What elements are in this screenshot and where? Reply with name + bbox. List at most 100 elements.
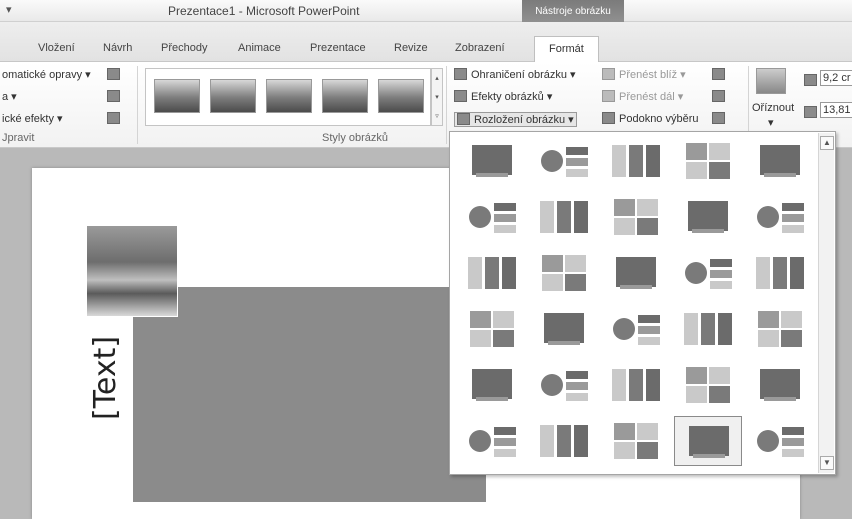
layout-option-14[interactable] — [674, 248, 742, 298]
layout-option-22[interactable] — [530, 360, 598, 410]
align-icon[interactable] — [712, 68, 725, 80]
layout-glyph-icon — [540, 201, 588, 233]
layout-option-25[interactable] — [746, 360, 814, 410]
picture-thumbnail[interactable] — [86, 225, 178, 317]
crop-dropdown-caret[interactable]: ▾ — [768, 116, 774, 129]
layout-glyph-icon — [686, 367, 730, 403]
group-icon[interactable] — [712, 90, 725, 102]
layout-option-28[interactable] — [602, 416, 670, 466]
tab-zobrazeni[interactable]: Zobrazení — [455, 42, 505, 54]
tab-vlozeni[interactable]: Vložení — [38, 42, 75, 54]
layout-option-8[interactable] — [602, 192, 670, 242]
layout-glyph-icon — [760, 369, 800, 401]
layout-option-19[interactable] — [674, 304, 742, 354]
layout-glyph-icon — [541, 371, 588, 401]
style-thumb[interactable] — [322, 79, 368, 113]
layout-option-3[interactable] — [602, 136, 670, 186]
layout-option-6[interactable] — [458, 192, 526, 242]
style-thumb[interactable] — [378, 79, 424, 113]
picture-layout-button[interactable]: Rozložení obrázku ▾ — [454, 112, 577, 127]
gallery-scroll-buttons[interactable]: ▴ ▾ ▿ — [431, 68, 443, 126]
layout-option-30[interactable] — [746, 416, 814, 466]
tab-format[interactable]: Formát — [534, 36, 599, 62]
layout-glyph-icon — [688, 201, 728, 233]
layout-option-10[interactable] — [746, 192, 814, 242]
width-input[interactable]: 13,81 — [820, 102, 852, 118]
reset-picture-icon[interactable] — [107, 112, 120, 124]
layout-option-24[interactable] — [674, 360, 742, 410]
style-thumb[interactable] — [210, 79, 256, 113]
layout-glyph-icon — [540, 425, 588, 457]
layout-glyph-icon — [686, 143, 730, 179]
crop-button[interactable]: Oříznout — [752, 102, 794, 114]
layout-option-5[interactable] — [746, 136, 814, 186]
layout-glyph-icon — [684, 313, 732, 345]
layout-option-21[interactable] — [458, 360, 526, 410]
layout-icon — [457, 113, 470, 125]
layout-glyph-icon — [468, 257, 516, 289]
layout-glyph-icon — [614, 199, 658, 235]
layout-option-17[interactable] — [530, 304, 598, 354]
change-picture-icon[interactable] — [107, 90, 120, 102]
rotate-icon[interactable] — [712, 112, 725, 124]
layout-glyph-icon — [760, 145, 800, 177]
layout-option-13[interactable] — [602, 248, 670, 298]
layout-option-7[interactable] — [530, 192, 598, 242]
style-thumb[interactable] — [266, 79, 312, 113]
quick-access-dropdown[interactable]: ▾ — [6, 3, 12, 16]
tab-animace[interactable]: Animace — [238, 42, 281, 54]
style-thumb[interactable] — [154, 79, 200, 113]
bring-forward-icon — [602, 68, 615, 80]
group-divider — [446, 66, 447, 144]
send-backward-button[interactable]: Přenést dál ▾ — [602, 90, 683, 103]
layout-option-1[interactable] — [458, 136, 526, 186]
layout-option-18[interactable] — [602, 304, 670, 354]
layout-option-20[interactable] — [746, 304, 814, 354]
layout-option-26[interactable] — [458, 416, 526, 466]
selection-pane-button[interactable]: Podokno výběru — [602, 112, 699, 125]
bring-forward-button[interactable]: Přenést blíž ▾ — [602, 68, 686, 81]
layout-glyph-icon — [612, 145, 660, 177]
layout-glyph-icon — [472, 369, 512, 401]
layout-option-2[interactable] — [530, 136, 598, 186]
layout-option-23[interactable] — [602, 360, 670, 410]
layout-option-9[interactable] — [674, 192, 742, 242]
width-icon — [804, 106, 817, 118]
layout-option-12[interactable] — [530, 248, 598, 298]
gallery-scrollbar[interactable]: ▲ ▼ — [818, 133, 834, 473]
layout-option-27[interactable] — [530, 416, 598, 466]
layout-option-15[interactable] — [746, 248, 814, 298]
layout-glyph-icon — [612, 369, 660, 401]
layout-glyph-icon — [613, 315, 660, 345]
height-input[interactable]: 9,2 cr — [820, 70, 852, 86]
layout-glyph-icon — [472, 145, 512, 177]
selection-pane-icon — [602, 112, 615, 124]
text-placeholder[interactable]: [Text] — [88, 336, 123, 420]
picture-border-button[interactable]: Ohraničení obrázku ▾ — [454, 68, 576, 81]
crop-icon[interactable] — [756, 68, 786, 94]
ribbon-tabs: Vložení Návrh Přechody Animace Prezentac… — [0, 22, 852, 62]
layout-glyph-icon — [758, 311, 802, 347]
scroll-down-button[interactable]: ▼ — [820, 456, 834, 470]
picture-styles-gallery[interactable] — [145, 68, 431, 126]
layout-option-29[interactable] — [674, 416, 742, 466]
picture-styles-group-label: Styly obrázků — [322, 132, 389, 144]
artistic-effects-button[interactable]: ické efekty ▾ — [2, 112, 63, 125]
tab-navrh[interactable]: Návrh — [103, 42, 132, 54]
picture-effects-button[interactable]: Efekty obrázků ▾ — [454, 90, 552, 103]
tab-prechody[interactable]: Přechody — [161, 42, 207, 54]
tab-revize[interactable]: Revize — [394, 42, 428, 54]
compress-icon[interactable] — [107, 68, 120, 80]
smartart-shape[interactable] — [133, 287, 486, 502]
layout-glyph-icon — [757, 203, 804, 233]
color-button[interactable]: a ▾ — [2, 90, 17, 103]
scroll-up-button[interactable]: ▲ — [820, 136, 834, 150]
tab-prezentace[interactable]: Prezentace — [310, 42, 366, 54]
layout-glyph-icon — [685, 259, 732, 289]
layout-option-16[interactable] — [458, 304, 526, 354]
layout-option-4[interactable] — [674, 136, 742, 186]
layout-option-11[interactable] — [458, 248, 526, 298]
layout-glyph-icon — [542, 255, 586, 291]
auto-corrections-button[interactable]: omatické opravy ▾ — [2, 68, 91, 81]
layout-glyph-icon — [757, 427, 804, 457]
